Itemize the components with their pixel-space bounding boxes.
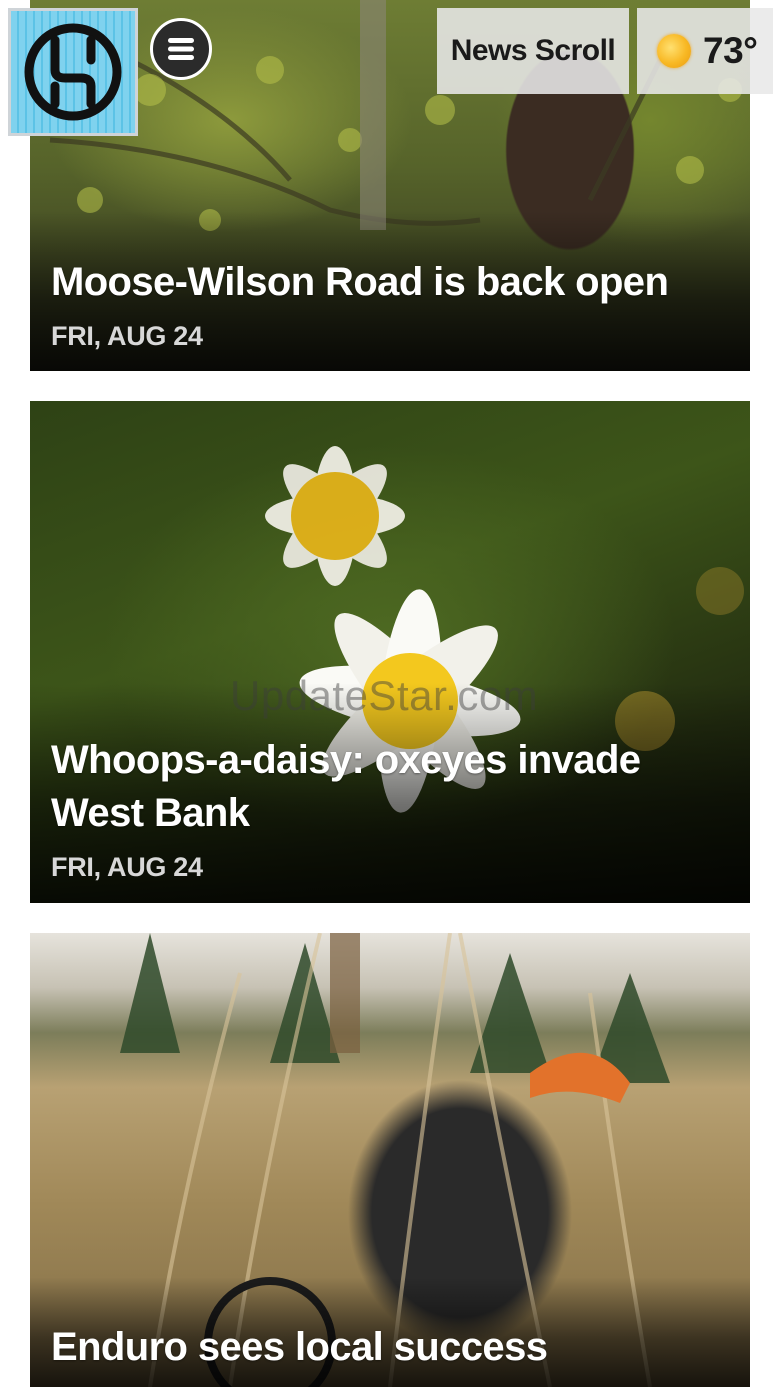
article-caption: Moose-Wilson Road is back open FRI, AUG … xyxy=(51,256,720,352)
article-card[interactable]: Enduro sees local success xyxy=(30,933,750,1387)
app-logo[interactable] xyxy=(8,8,138,136)
news-scroll-label: News Scroll xyxy=(450,34,616,67)
weather-widget[interactable]: 73° xyxy=(637,8,773,94)
article-card[interactable]: Whoops-a-daisy: oxeyes invade West Bank … xyxy=(30,401,750,903)
article-title: Moose-Wilson Road is back open xyxy=(51,260,669,304)
article-title: Enduro sees local success xyxy=(51,1325,548,1369)
article-title: Whoops-a-daisy: oxeyes invade West Bank xyxy=(51,738,641,835)
article-caption: Whoops-a-daisy: oxeyes invade West Bank … xyxy=(51,734,720,883)
hamburger-menu-icon xyxy=(168,38,194,60)
app-logo-icon xyxy=(24,23,122,121)
article-caption: Enduro sees local success xyxy=(51,1321,720,1374)
article-date: FRI, AUG 24 xyxy=(51,852,203,882)
sun-icon xyxy=(657,34,691,68)
temperature: 73° xyxy=(703,30,758,71)
news-scroll-button[interactable]: News Scroll xyxy=(437,8,629,94)
menu-button[interactable] xyxy=(150,18,212,80)
article-date: FRI, AUG 24 xyxy=(51,321,203,351)
